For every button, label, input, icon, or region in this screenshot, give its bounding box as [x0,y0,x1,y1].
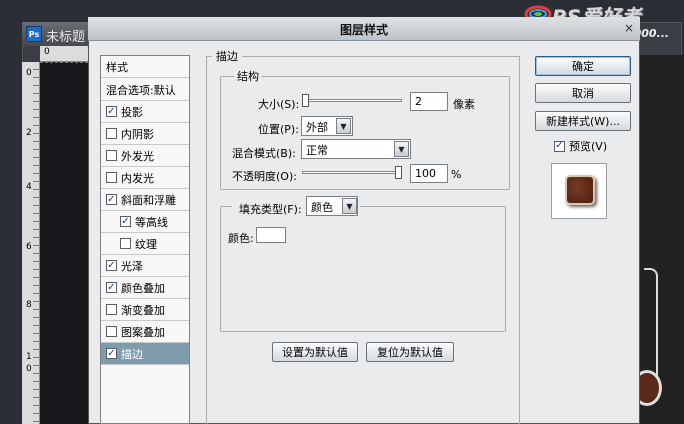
style-checkbox[interactable]: ✓ [106,106,117,117]
chevron-down-icon[interactable]: ▼ [394,141,409,157]
opacity-slider-thumb[interactable] [395,166,402,179]
preview-toggle[interactable]: ✓ 预览(V) [554,138,607,154]
style-checkbox[interactable]: ✓ [106,194,117,205]
size-label: 大小(S): [258,98,300,111]
fill-type-value: 颜色 [311,201,333,214]
style-item[interactable]: 图案叠加 [101,321,189,343]
style-item[interactable]: ✓ 颜色叠加 [101,277,189,299]
opacity-input[interactable]: 100 [410,164,448,183]
opacity-slider[interactable] [302,171,402,174]
blend-mode-label: 混合模式(B): [232,147,296,160]
style-item-label: 渐变叠加 [121,303,165,317]
style-list-header[interactable]: 样式 [101,56,189,78]
size-input[interactable]: 2 [410,92,448,111]
opacity-label: 不透明度(O): [232,170,297,183]
ruler-number: 2 [26,128,32,138]
style-item-label: 纹理 [135,237,157,251]
style-item[interactable]: 渐变叠加 [101,299,189,321]
new-style-button[interactable]: 新建样式(W)... [535,111,631,131]
size-unit: 像素 [453,98,475,111]
ruler-number: 0 [26,68,32,78]
ruler-number: 1 [26,352,32,362]
style-item-label: 图案叠加 [121,325,165,339]
document-canvas[interactable] [40,62,88,424]
ruler-number: 0 [44,47,50,57]
set-default-button[interactable]: 设置为默认值 [272,342,358,362]
preview-label: 预览(V) [569,140,608,153]
position-value: 外部 [306,121,328,134]
ruler-number: 8 [26,300,32,310]
style-checkbox[interactable]: ✓ [120,216,131,227]
size-slider-thumb[interactable] [302,94,309,107]
document-title[interactable]: 未标题 [46,26,85,45]
preview-checkbox[interactable]: ✓ [554,140,565,152]
ruler-number: 4 [26,182,32,192]
fill-group [220,206,506,332]
style-item-label: 等高线 [135,215,168,229]
stroke-group-label: 描边 [212,48,242,64]
style-item[interactable]: ✓ 投影 [101,101,189,123]
chevron-down-icon[interactable]: ▼ [342,198,357,214]
cancel-button[interactable]: 取消 [535,83,631,103]
style-item-label: 描边 [121,347,143,361]
reset-default-button[interactable]: 复位为默认值 [366,342,454,362]
style-checkbox[interactable] [106,326,117,337]
photoshop-icon: Ps [26,26,42,42]
style-item[interactable]: ✓ 描边 [101,343,189,365]
style-item-label: 投影 [121,105,143,119]
ok-button[interactable]: 确定 [535,56,631,76]
style-checkbox[interactable] [106,304,117,315]
style-checkbox[interactable] [106,150,117,161]
style-checkbox[interactable] [106,172,117,183]
ruler-number: 6 [26,242,32,252]
style-item[interactable]: 纹理 [101,233,189,255]
style-item[interactable]: ✓ 斜面和浮雕 [101,189,189,211]
fill-type-label: 填充类型(F): [239,203,302,216]
style-item-label: 内阴影 [121,127,154,141]
style-item-label: 内发光 [121,171,154,185]
structure-group-label: 结构 [234,68,262,84]
style-list-header-label: 样式 [106,60,128,74]
style-item-label: 外发光 [121,149,154,163]
chevron-down-icon[interactable]: ▼ [336,118,351,134]
ruler-number: 0 [26,364,32,374]
style-item[interactable]: ✓ 光泽 [101,255,189,277]
style-checkbox[interactable]: ✓ [106,348,117,359]
position-label: 位置(P): [258,123,299,136]
style-checkbox[interactable]: ✓ [106,260,117,271]
color-label: 颜色: [228,232,254,245]
style-item[interactable]: ✓ 等高线 [101,211,189,233]
style-checkbox[interactable]: ✓ [106,282,117,293]
blend-options-label: 混合选项:默认 [106,83,176,97]
close-icon[interactable]: × [622,21,636,35]
style-checkbox[interactable] [120,238,131,249]
blend-options-item[interactable]: 混合选项:默认 [101,79,189,101]
style-checkbox[interactable] [106,128,117,139]
style-item[interactable]: 外发光 [101,145,189,167]
color-swatch[interactable] [256,227,286,243]
style-item-label: 颜色叠加 [121,281,165,295]
opacity-unit: % [451,168,462,181]
dialog-title: 图层样式 [339,23,388,37]
horizontal-ruler: 0 [40,46,88,62]
style-item-label: 光泽 [121,259,143,273]
style-item[interactable]: 内阴影 [101,123,189,145]
style-item-label: 斜面和浮雕 [121,193,176,207]
style-preview-swatch [565,175,595,205]
size-slider[interactable] [302,99,402,102]
style-item[interactable]: 内发光 [101,167,189,189]
blend-mode-value: 正常 [306,144,328,157]
